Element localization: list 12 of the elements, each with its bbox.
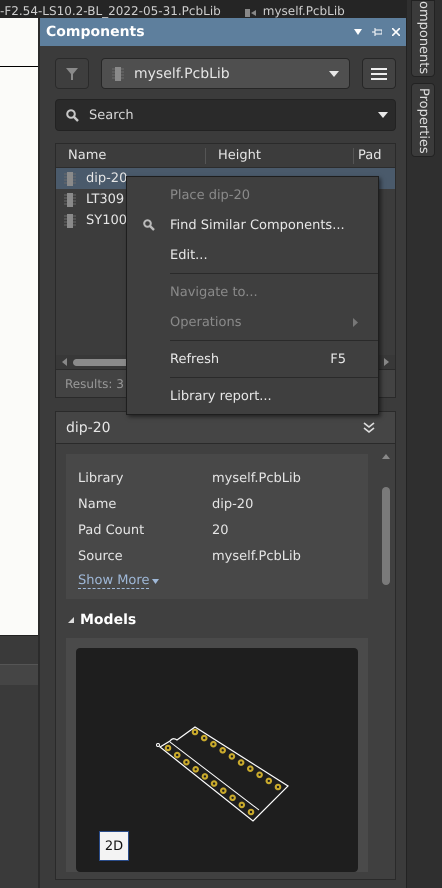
property-label: Pad Count <box>78 522 146 538</box>
property-value: myself.PcbLib <box>212 470 301 486</box>
panel-title: Components <box>46 24 145 40</box>
property-label: Source <box>78 548 124 564</box>
property-value: 20 <box>212 522 229 538</box>
component-name: dip-20 <box>66 420 111 436</box>
property-value: dip-20 <box>212 496 254 512</box>
property-value: myself.PcbLib <box>212 548 301 564</box>
section-title: Models <box>80 612 136 628</box>
property-label: Name <box>78 496 118 512</box>
property-label: Library <box>78 470 124 486</box>
results-count: Results: 3 <box>65 376 124 390</box>
